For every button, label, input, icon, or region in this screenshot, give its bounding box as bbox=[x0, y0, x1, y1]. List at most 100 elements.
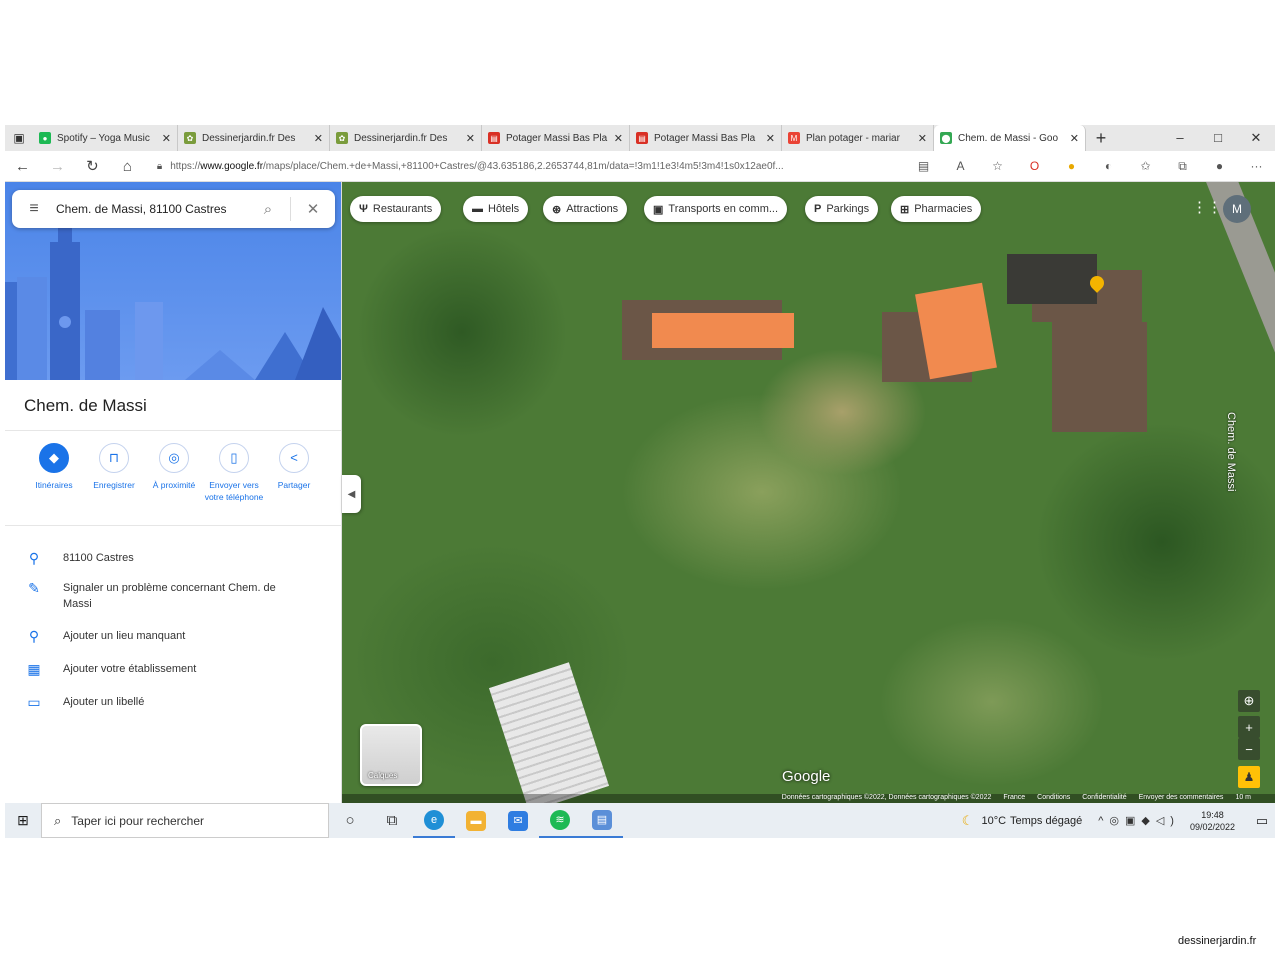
tab-actions-icon[interactable]: ▣ bbox=[5, 125, 33, 151]
tab-close-icon[interactable]: ✕ bbox=[162, 132, 171, 145]
action-directions-button[interactable]: ◆ Itinéraires bbox=[23, 443, 85, 491]
weather-description[interactable]: Temps dégagé bbox=[1010, 815, 1082, 827]
search-icon: ⌕ bbox=[54, 812, 62, 828]
attribution-item[interactable]: France bbox=[1003, 794, 1025, 803]
notification-icon[interactable]: ▭ bbox=[1249, 813, 1275, 829]
tab[interactable]: ⬤ Chem. de Massi - Goo ✕ bbox=[934, 125, 1086, 151]
forward-button[interactable]: → bbox=[40, 158, 75, 175]
tab-close-icon[interactable]: ✕ bbox=[314, 132, 323, 145]
chip-transit[interactable]: ▣ Transports en comm... bbox=[644, 196, 788, 222]
layers-button[interactable]: Calques bbox=[360, 724, 422, 786]
tab[interactable]: ▤ Potager Massi Bas Pla ✕ bbox=[482, 125, 630, 151]
info-row[interactable]: ⚲ Ajouter un lieu manquant bbox=[5, 628, 341, 644]
clear-search-icon[interactable]: ✕ bbox=[291, 200, 335, 218]
search-input[interactable]: Chem. de Massi, 81100 Castres bbox=[56, 202, 246, 216]
tab-close-icon[interactable]: ✕ bbox=[614, 132, 623, 145]
chrome-extension-icon[interactable]: ● bbox=[1053, 159, 1090, 173]
minimize-button[interactable]: – bbox=[1161, 130, 1199, 146]
tab-close-icon[interactable]: ✕ bbox=[766, 132, 775, 145]
collapse-panel-button[interactable]: ◀ bbox=[342, 475, 361, 513]
building-roof bbox=[1052, 322, 1147, 432]
place-hero-image: ≡ Chem. de Massi, 81100 Castres ⌕ ✕ bbox=[5, 182, 341, 380]
tray-icons[interactable]: ^◎▣◆◁) bbox=[1098, 814, 1180, 827]
tab-close-icon[interactable]: ✕ bbox=[918, 132, 927, 145]
new-tab-button[interactable]: + bbox=[1086, 128, 1116, 149]
action-label: Partager bbox=[277, 480, 311, 490]
attribution-item[interactable]: 10 m bbox=[1235, 794, 1251, 803]
action-label: Enregistrer bbox=[93, 480, 135, 490]
chip-parking[interactable]: P Parkings bbox=[805, 196, 879, 222]
attribution-item[interactable]: Envoyer des commentaires bbox=[1139, 794, 1224, 803]
tab[interactable]: ✿ Dessinerjardin.fr Des ✕ bbox=[330, 125, 482, 151]
mail-icon[interactable]: ✉ bbox=[497, 803, 539, 838]
pharmacy-icon: ⊞ bbox=[900, 203, 910, 216]
reload-button[interactable]: ↻ bbox=[75, 157, 110, 175]
tab-title: Chem. de Massi - Goo bbox=[958, 132, 1059, 144]
windows-start-icon[interactable]: ⊞ bbox=[5, 812, 41, 829]
chip-hotel[interactable]: ▬ Hôtels bbox=[463, 196, 529, 222]
reader-mode-icon[interactable]: ▤ bbox=[905, 159, 942, 173]
info-row[interactable]: ✎ Signaler un problème concernant Chem. d… bbox=[5, 580, 341, 612]
chip-pharmacy[interactable]: ⊞ Pharmacies bbox=[891, 196, 982, 222]
favorites-icon[interactable]: ✩ bbox=[1127, 159, 1164, 173]
action-label: À proximité bbox=[152, 480, 196, 490]
opera-extension-icon[interactable]: O bbox=[1016, 159, 1053, 173]
action-bookmark-button[interactable]: ⊓ Enregistrer bbox=[83, 443, 145, 491]
greenhouse bbox=[488, 662, 610, 803]
action-nearby-button[interactable]: ◎ À proximité bbox=[143, 443, 205, 491]
zoom-in-button[interactable]: + bbox=[1238, 716, 1260, 738]
info-row[interactable]: ▭ Ajouter un libellé bbox=[5, 694, 341, 710]
tab-close-icon[interactable]: ✕ bbox=[1070, 132, 1079, 145]
search-icon[interactable]: ⌕ bbox=[246, 201, 290, 218]
avatar[interactable]: M bbox=[1223, 195, 1251, 223]
file-explorer-icon[interactable]: ▬ bbox=[455, 803, 497, 838]
extensions-puzzle-icon[interactable]: ◐ bbox=[1090, 159, 1127, 173]
info-row[interactable]: ▦ Ajouter votre établissement bbox=[5, 661, 341, 677]
tab-strip: ▣ ● Spotify – Yoga Music ✕ ✿ Dessinerjardin.… bbox=[5, 125, 1275, 151]
collections-icon[interactable]: ⧉ bbox=[1164, 159, 1201, 174]
place-panel: ≡ Chem. de Massi, 81100 Castres ⌕ ✕ Chem… bbox=[5, 182, 342, 803]
notepad-icon[interactable]: ▤ bbox=[581, 803, 623, 838]
task-view-icon[interactable]: ⧉ bbox=[371, 803, 413, 838]
tab-favicon-icon: M bbox=[788, 132, 800, 144]
cortana-icon[interactable]: ○ bbox=[329, 803, 371, 838]
search-box[interactable]: ≡ Chem. de Massi, 81100 Castres ⌕ ✕ bbox=[12, 190, 335, 228]
edge-icon[interactable]: e bbox=[413, 803, 455, 838]
tab-title: Potager Massi Bas Pla bbox=[506, 132, 608, 144]
close-window-button[interactable]: ✕ bbox=[1237, 130, 1275, 146]
taskbar-search[interactable]: ⌕ Taper ici pour rechercher bbox=[41, 803, 329, 838]
attribution-item[interactable]: Confidentialité bbox=[1082, 794, 1126, 803]
chip-attractions[interactable]: ⊛ Attractions bbox=[543, 196, 628, 222]
read-aloud-icon[interactable]: A bbox=[942, 159, 979, 173]
share-icon: < bbox=[279, 443, 309, 473]
hamburger-menu-icon[interactable]: ≡ bbox=[12, 200, 56, 218]
attribution-item: Données cartographiques ©2022, Données c… bbox=[781, 794, 992, 801]
pegman-icon[interactable]: ♟ bbox=[1238, 766, 1260, 788]
favorite-star-icon[interactable]: ☆ bbox=[979, 159, 1016, 173]
tab[interactable]: M Plan potager - mariar ✕ bbox=[782, 125, 934, 151]
back-button[interactable]: ← bbox=[5, 158, 40, 175]
action-phone-button[interactable]: ▯ Envoyer vers votre téléphone bbox=[203, 443, 265, 503]
home-button[interactable]: ⌂ bbox=[110, 158, 145, 175]
attribution-item[interactable]: Conditions bbox=[1037, 794, 1070, 803]
directions-icon: ◆ bbox=[39, 443, 69, 473]
action-share-button[interactable]: < Partager bbox=[263, 443, 325, 491]
more-menu-icon[interactable]: ··· bbox=[1238, 159, 1275, 173]
satellite-map[interactable]: Chem. de Massi Ψ Restaurants ▬ Hôtels ⊛ Attra… bbox=[342, 182, 1275, 803]
weather-temperature[interactable]: 10°C bbox=[981, 815, 1006, 827]
info-row[interactable]: ⚲ 81100 Castres bbox=[5, 550, 341, 566]
zoom-out-button[interactable]: − bbox=[1238, 738, 1260, 760]
url-prefix: https:// bbox=[170, 160, 201, 172]
maximize-button[interactable]: □ bbox=[1199, 130, 1237, 146]
tab[interactable]: ▤ Potager Massi Bas Pla ✕ bbox=[630, 125, 782, 151]
profile-icon[interactable]: ● bbox=[1201, 159, 1238, 173]
tab-close-icon[interactable]: ✕ bbox=[466, 132, 475, 145]
tab[interactable]: ✿ Dessinerjardin.fr Des ✕ bbox=[178, 125, 330, 151]
chip-restaurant[interactable]: Ψ Restaurants bbox=[350, 196, 442, 222]
clock[interactable]: 19:48 09/02/2022 bbox=[1190, 809, 1235, 833]
orange-overlay-rectangle bbox=[652, 313, 794, 348]
tab[interactable]: ● Spotify – Yoga Music ✕ bbox=[33, 125, 178, 151]
my-location-icon[interactable]: ⊕ bbox=[1238, 690, 1260, 712]
url-field[interactable]: 🔒︎ https://www.google.fr/maps/place/Chem… bbox=[157, 155, 895, 177]
spotify-icon[interactable]: ≋ bbox=[539, 803, 581, 838]
